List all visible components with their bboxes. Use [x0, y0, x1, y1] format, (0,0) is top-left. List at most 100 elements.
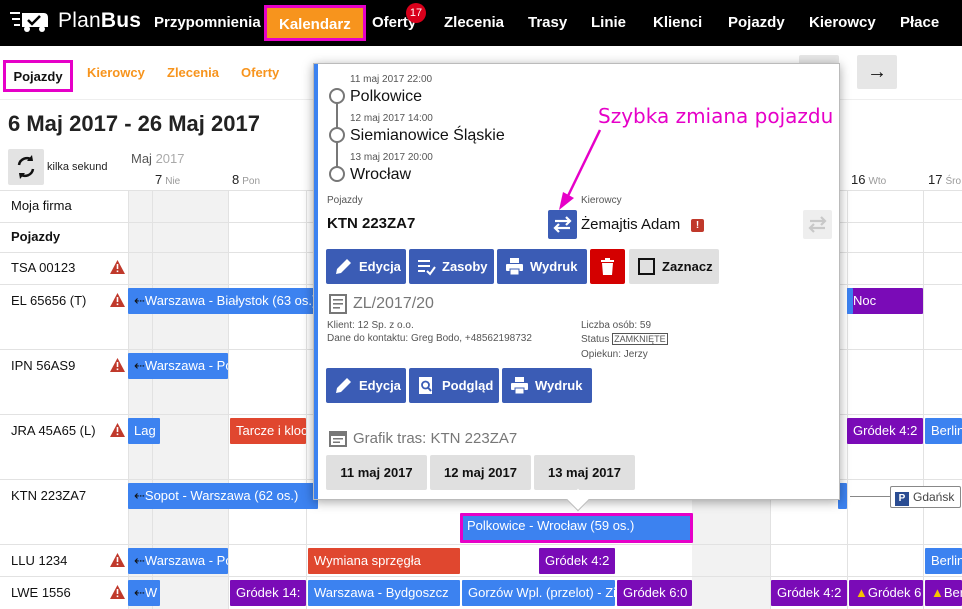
- day-header: 8 Pon: [232, 172, 261, 187]
- subtab-pojazdy[interactable]: Pojazdy: [3, 60, 73, 92]
- nav-zlecenia[interactable]: Zlecenia: [444, 0, 504, 46]
- day-header: 16 Wto: [851, 172, 887, 187]
- grid-row-line: [0, 544, 962, 545]
- route-stop-icon: [329, 127, 345, 143]
- calendar-event[interactable]: ⇠Warszawa - Pozn: [128, 548, 228, 574]
- schedule-date-button[interactable]: 12 maj 2017: [430, 455, 531, 490]
- vehicle-row-label[interactable]: EL 65656 (T): [11, 293, 86, 308]
- driver-alert-icon: !: [691, 219, 704, 232]
- resources-button[interactable]: Zasoby: [409, 249, 494, 284]
- parking-location-tag[interactable]: P Gdańsk: [890, 486, 962, 508]
- vehicle-row-label[interactable]: TSA 00123: [11, 260, 75, 275]
- checklist-icon: [418, 260, 436, 276]
- annotation-arrow-icon: [559, 129, 602, 210]
- calendar-event[interactable]: ⇠Sopot - Warszawa (62 os.): [128, 483, 318, 509]
- calendar-event-selected[interactable]: Polkowice - Wrocław (59 os.): [460, 513, 693, 543]
- calendar-icon: [329, 431, 347, 447]
- row-label-pojazdy: Pojazdy: [11, 229, 61, 244]
- pencil-icon: [336, 378, 351, 393]
- people-count: Liczba osób: 59: [581, 320, 652, 331]
- calendar-event[interactable]: Gródek 4:2: [539, 548, 615, 574]
- calendar-event[interactable]: [847, 288, 853, 314]
- printer-icon: [511, 377, 528, 395]
- warning-icon: [110, 260, 125, 274]
- nav-kierowcy[interactable]: Kierowcy: [809, 0, 876, 46]
- top-navbar: PlanBus Przypomnienia Kalendarz Oferty 1…: [0, 0, 962, 46]
- arrow-right-icon: →: [867, 61, 887, 83]
- document-icon: [329, 294, 347, 314]
- calendar-event[interactable]: Lag: [128, 418, 160, 444]
- order-edit-button[interactable]: Edycja: [326, 368, 406, 403]
- day-header: 17 Śro: [928, 172, 962, 187]
- vehicle-plate: KTN 223ZA7: [327, 215, 416, 232]
- client-info: Klient: 12 Sp. z o.o.: [327, 320, 414, 331]
- calendar-event[interactable]: Berlin: [925, 548, 962, 574]
- select-button[interactable]: Zaznacz: [629, 249, 719, 284]
- warning-icon: [110, 293, 125, 307]
- calendar-event[interactable]: ⇠Warszawa - Pozn: [128, 353, 228, 379]
- nav-place[interactable]: Płace: [900, 0, 939, 46]
- nav-klienci[interactable]: Klienci: [653, 0, 702, 46]
- grid-row-line: [0, 576, 962, 577]
- calendar-event[interactable]: Gródek 4:2: [771, 580, 847, 606]
- calendar-event[interactable]: Tarcze i kloc: [230, 418, 306, 444]
- calendar-event[interactable]: ▲Gródek 6: [849, 580, 923, 606]
- stop-city: Wrocław: [350, 166, 412, 183]
- stop-city: Siemianowice Śląskie: [350, 127, 505, 144]
- order-status: Status ZAMKNIĘTE: [581, 333, 668, 345]
- trash-icon: [601, 258, 614, 275]
- calendar-event[interactable]: ▲Berlin: [925, 580, 962, 606]
- vehicle-row-label[interactable]: LWE 1556: [11, 585, 71, 600]
- planbus-logo[interactable]: PlanBus: [10, 9, 141, 33]
- driver-name: Żemajtis Adam: [581, 216, 681, 233]
- warning-icon: [110, 553, 125, 567]
- printer-icon: [506, 258, 523, 276]
- nav-trasy[interactable]: Trasy: [528, 0, 567, 46]
- calendar-event[interactable]: Berlin: [925, 418, 962, 444]
- stop-time: 13 maj 2017 20:00: [350, 152, 433, 163]
- calendar-event[interactable]: ⇠Warszawa - Białystok (63 os.): [128, 288, 318, 314]
- guardian-info: Opiekun: Jerzy: [581, 349, 648, 360]
- nav-przypomnienia[interactable]: Przypomnienia: [154, 0, 261, 46]
- schedule-date-button[interactable]: 11 maj 2017: [326, 455, 427, 490]
- order-preview-button[interactable]: Podgląd: [409, 368, 499, 403]
- order-print-button[interactable]: Wydruk: [502, 368, 592, 403]
- calendar-event[interactable]: Warszawa - Bydgoszcz: [308, 580, 460, 606]
- calendar-event[interactable]: Gorzów Wpl. (przelot) - Zi: [462, 580, 615, 606]
- nav-kalendarz[interactable]: Kalendarz: [264, 5, 366, 41]
- vehicles-label: Pojazdy: [327, 195, 363, 206]
- route-stop-icon: [329, 166, 345, 182]
- calendar-event[interactable]: Noc: [847, 288, 923, 314]
- subtab-kierowcy[interactable]: Kierowcy: [87, 60, 145, 88]
- delete-button[interactable]: [590, 249, 625, 284]
- row-label-moja-firma: Moja firma: [11, 198, 72, 213]
- calendar-event[interactable]: ⇠W: [128, 580, 160, 606]
- vehicle-row-label[interactable]: KTN 223ZA7: [11, 488, 86, 503]
- subtab-zlecenia[interactable]: Zlecenia: [167, 60, 219, 88]
- warning-icon: [110, 358, 125, 372]
- vehicle-row-label[interactable]: JRA 45A65 (L): [11, 423, 96, 438]
- pencil-icon: [336, 259, 351, 274]
- calendar-event[interactable]: Gródek 14:: [230, 580, 306, 606]
- calendar-event[interactable]: Wymiana sprzęgła: [308, 548, 460, 574]
- calendar-event[interactable]: Gródek 6:0: [617, 580, 692, 606]
- vehicle-row-label[interactable]: LLU 1234: [11, 553, 67, 568]
- vehicle-print-button[interactable]: Wydruk: [497, 249, 587, 284]
- brand-name: PlanBus: [58, 9, 142, 32]
- driver-swap-button[interactable]: [803, 210, 832, 239]
- connector-line: [850, 496, 890, 497]
- stop-time: 12 maj 2017 14:00: [350, 113, 433, 124]
- order-number: ZL/2017/20: [353, 295, 434, 312]
- nav-pojazdy[interactable]: Pojazdy: [728, 0, 785, 46]
- calendar-event[interactable]: Gródek 4:2: [847, 418, 923, 444]
- parking-icon: P: [895, 492, 909, 506]
- subtab-oferty[interactable]: Oferty: [241, 60, 279, 88]
- vehicle-row-label[interactable]: IPN 56AS9: [11, 358, 75, 373]
- checkbox-icon: [638, 258, 655, 275]
- next-period-button[interactable]: →: [857, 55, 897, 89]
- quick-vehicle-swap-button[interactable]: [548, 210, 577, 239]
- nav-linie[interactable]: Linie: [591, 0, 626, 46]
- schedule-date-button[interactable]: 13 maj 2017: [534, 455, 635, 490]
- vehicle-edit-button[interactable]: Edycja: [326, 249, 406, 284]
- stop-city: Polkowice: [350, 88, 423, 105]
